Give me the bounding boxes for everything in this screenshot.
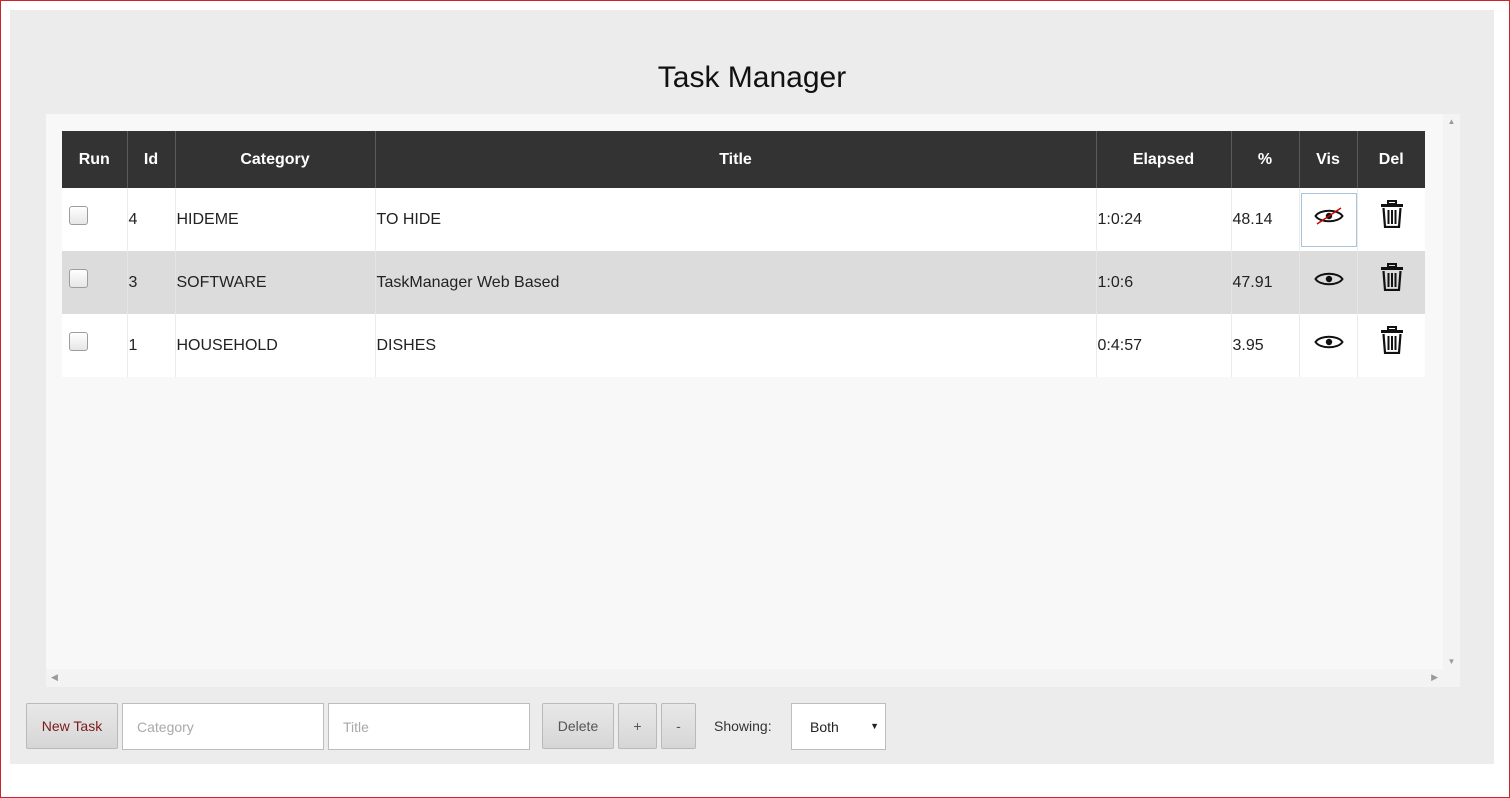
run-checkbox[interactable] <box>69 331 88 351</box>
column-header-del[interactable]: Del <box>1357 131 1425 188</box>
task-table-panel: Run Id Category Title Elapsed % Vis Del … <box>46 114 1460 687</box>
task-id: 1 <box>127 314 176 377</box>
eye-slash-icon <box>1313 206 1344 225</box>
scroll-up-arrow-icon[interactable]: ▲ <box>1443 117 1460 126</box>
task-id: 4 <box>127 188 176 251</box>
scrollbar-corner <box>1443 669 1460 687</box>
decrement-button[interactable]: - <box>661 703 696 749</box>
task-title[interactable]: DISHES <box>375 314 1097 377</box>
showing-select[interactable]: Both ▼ <box>791 703 886 750</box>
column-header-elapsed[interactable]: Elapsed <box>1096 131 1232 188</box>
task-table: Run Id Category Title Elapsed % Vis Del … <box>62 131 1425 377</box>
column-header-category[interactable]: Category <box>175 131 376 188</box>
column-header-run[interactable]: Run <box>62 131 128 188</box>
trash-icon[interactable] <box>1380 326 1404 355</box>
page-title: Task Manager <box>657 61 847 94</box>
task-percent: 48.14 <box>1231 188 1300 251</box>
visibility-toggle-button[interactable] <box>1301 319 1357 373</box>
task-category[interactable]: SOFTWARE <box>175 251 376 314</box>
trash-icon[interactable] <box>1380 200 1404 229</box>
table-row: 4 HIDEME TO HIDE 1:0:24 48.14 <box>62 188 1425 251</box>
delete-button[interactable]: Delete <box>542 703 614 749</box>
task-category[interactable]: HOUSEHOLD <box>175 314 376 377</box>
column-header-vis[interactable]: Vis <box>1299 131 1358 188</box>
task-percent: 47.91 <box>1231 251 1300 314</box>
increment-button[interactable]: + <box>618 703 657 749</box>
showing-label: Showing: <box>714 718 772 734</box>
visibility-toggle-button[interactable] <box>1300 192 1357 247</box>
task-percent: 3.95 <box>1231 314 1300 377</box>
table-row: 3 SOFTWARE TaskManager Web Based 1:0:6 4… <box>62 251 1425 314</box>
title-input[interactable] <box>328 703 530 750</box>
table-header-row: Run Id Category Title Elapsed % Vis Del <box>62 131 1425 188</box>
table-row: 1 HOUSEHOLD DISHES 0:4:57 3.95 <box>62 314 1425 377</box>
task-elapsed: 0:4:57 <box>1096 314 1232 377</box>
column-header-title[interactable]: Title <box>375 131 1097 188</box>
run-checkbox[interactable] <box>69 268 88 288</box>
scroll-left-arrow-icon[interactable]: ◀ <box>51 672 58 683</box>
trash-icon[interactable] <box>1380 263 1404 292</box>
column-header-id[interactable]: Id <box>127 131 176 188</box>
eye-icon <box>1313 335 1344 348</box>
task-id: 3 <box>127 251 176 314</box>
run-checkbox[interactable] <box>69 205 88 225</box>
category-input[interactable] <box>122 703 324 750</box>
horizontal-scrollbar[interactable]: ◀ ▶ <box>46 669 1443 687</box>
chevron-down-icon: ▼ <box>870 721 879 731</box>
task-elapsed: 1:0:24 <box>1096 188 1232 251</box>
new-task-button[interactable]: New Task <box>26 703 118 749</box>
app-container: Task Manager Run Id Category Title Elaps… <box>10 10 1494 764</box>
task-category[interactable]: HIDEME <box>175 188 376 251</box>
vertical-scrollbar[interactable]: ▲ ▼ <box>1443 114 1460 669</box>
column-header-percent[interactable]: % <box>1231 131 1300 188</box>
scroll-right-arrow-icon[interactable]: ▶ <box>1431 672 1438 683</box>
showing-select-value: Both <box>810 718 839 735</box>
task-title[interactable]: TO HIDE <box>375 188 1097 251</box>
task-title[interactable]: TaskManager Web Based <box>375 251 1097 314</box>
task-elapsed: 1:0:6 <box>1096 251 1232 314</box>
scroll-down-arrow-icon[interactable]: ▼ <box>1443 657 1460 666</box>
eye-icon <box>1313 272 1344 285</box>
visibility-toggle-button[interactable] <box>1301 256 1357 310</box>
